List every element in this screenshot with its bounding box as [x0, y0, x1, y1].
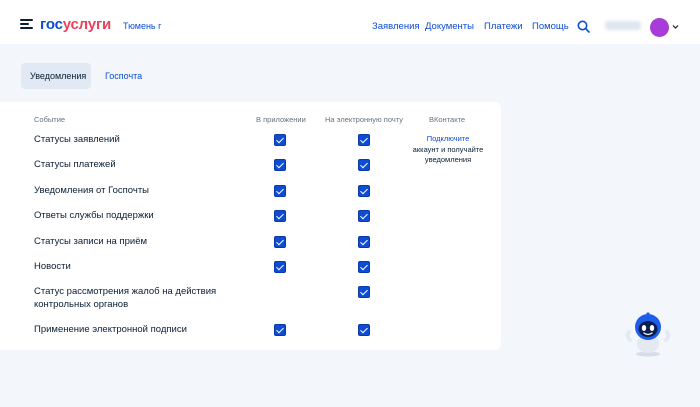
chevron-down-icon[interactable] — [672, 23, 679, 30]
city-selector[interactable]: Тюмень г — [123, 21, 161, 31]
column-header-app: В приложении — [256, 115, 306, 124]
menu-icon[interactable] — [20, 19, 33, 30]
checkbox-email-support-replies[interactable] — [358, 210, 370, 222]
checkbox-email-complaint-status[interactable] — [358, 286, 370, 298]
column-header-vk: ВКонтакте — [429, 115, 466, 124]
row-label-support-replies: Ответы службы поддержки — [34, 210, 154, 221]
checkbox-app-digital-signature[interactable] — [274, 324, 286, 336]
checkbox-app-appointment-status[interactable] — [274, 236, 286, 248]
row-label-news: Новости — [34, 261, 71, 272]
checkbox-email-application-status[interactable] — [358, 134, 370, 146]
nav-applications[interactable]: Заявления — [372, 21, 420, 32]
logo-part-gos: гос — [40, 16, 63, 33]
checkbox-app-news[interactable] — [274, 261, 286, 273]
checkbox-email-news[interactable] — [358, 261, 370, 273]
row-label-complaint-status-line2: контрольных органов — [34, 299, 129, 310]
search-icon[interactable] — [577, 20, 590, 33]
checkbox-app-application-status[interactable] — [274, 134, 286, 146]
row-label-payment-status: Статусы платежей — [34, 159, 116, 170]
nav-documents[interactable]: Документы — [425, 21, 474, 32]
row-label-complaint-status-line1: Статус рассмотрения жалоб на действия — [34, 286, 217, 297]
checkbox-app-support-replies[interactable] — [274, 210, 286, 222]
checkbox-email-gospochta-notifications[interactable] — [358, 185, 370, 197]
row-label-appointment-status: Статусы записи на приём — [34, 236, 148, 247]
row-label-gospochta-notifications: Уведомления от Госпочты — [34, 185, 149, 196]
nav-help[interactable]: Помощь — [532, 21, 569, 32]
checkbox-email-digital-signature[interactable] — [358, 324, 370, 336]
column-header-event: Событие — [34, 115, 66, 124]
avatar[interactable] — [650, 18, 669, 37]
checkbox-email-appointment-status[interactable] — [358, 236, 370, 248]
tab-gospochta[interactable]: Госпочта — [96, 63, 151, 89]
logo[interactable]: госуслуги — [40, 16, 111, 33]
tab-notifications[interactable]: Уведомления — [21, 63, 91, 89]
vk-note-line2: аккаунт и получайте — [412, 144, 484, 154]
top-bar: госуслуги Тюмень г Заявления Документы П… — [0, 0, 700, 44]
logo-part-uslugi: услуги — [62, 16, 112, 33]
vk-note-line3: уведомления — [424, 155, 472, 164]
user-name-blurred[interactable] — [605, 21, 641, 30]
vk-connect-link[interactable]: Подключите — [408, 134, 488, 145]
checkbox-app-payment-status[interactable] — [274, 159, 286, 171]
row-label-digital-signature: Применение электронной подписи — [34, 324, 187, 335]
robot-assistant-icon[interactable] — [624, 310, 672, 358]
row-label-application-status: Статусы заявлений — [34, 134, 120, 145]
checkbox-app-gospochta-notifications[interactable] — [274, 185, 286, 197]
checkbox-email-payment-status[interactable] — [358, 159, 370, 171]
row-label-complaint-status: Статус рассмотрения жалоб на действия ко… — [34, 285, 216, 311]
column-header-email: На электронную почту — [325, 115, 404, 124]
nav-payments[interactable]: Платежи — [484, 21, 523, 32]
vk-connect-note: Подключите аккаунт и получайте уведомлен… — [408, 134, 488, 166]
